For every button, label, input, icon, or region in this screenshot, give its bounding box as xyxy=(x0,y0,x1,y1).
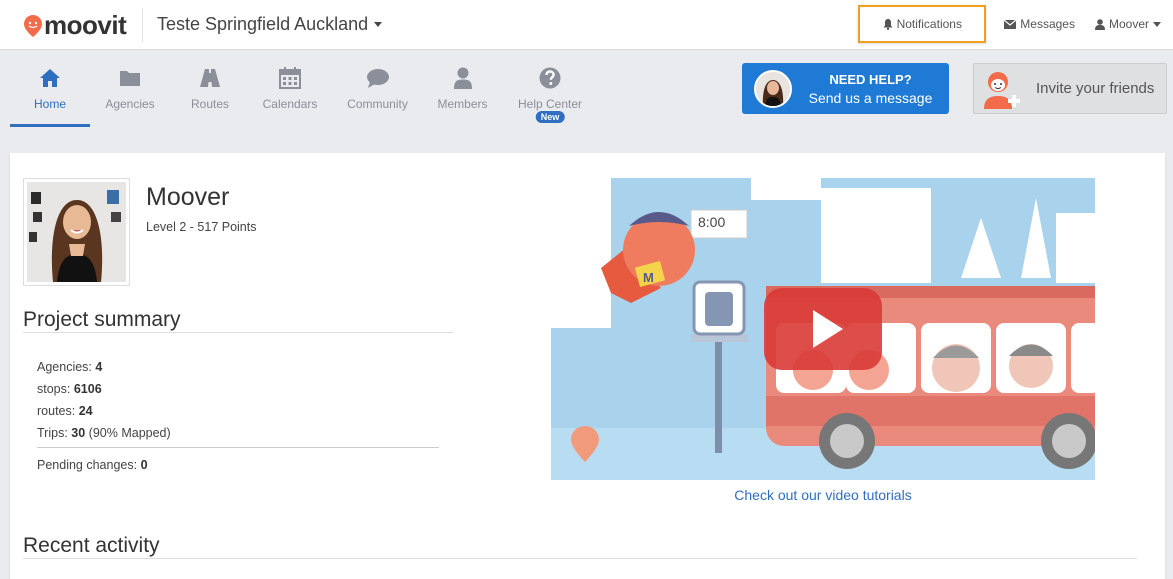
map-pin-icon xyxy=(24,14,42,37)
project-name: Teste Springfield Auckland xyxy=(157,14,369,34)
need-help-button[interactable]: NEED HELP? Send us a message xyxy=(742,63,949,114)
main-nav: Home Agencies Routes Calendars Community xyxy=(0,51,1173,127)
recent-activity-title: Recent activity xyxy=(23,534,160,557)
question-icon xyxy=(539,67,561,89)
nav-item-home[interactable]: Home xyxy=(10,51,90,127)
nav-label: Members xyxy=(437,97,488,111)
home-icon xyxy=(40,69,60,87)
need-help-subtitle: Send us a message xyxy=(808,89,933,106)
header-actions: Notifications Messages Moover xyxy=(858,4,1173,44)
summary-trips: Trips: 30 (90% Mapped) xyxy=(37,426,171,440)
dashboard-card: Moover Level 2 - 517 Points Project summ… xyxy=(10,153,1165,579)
profile-name: Moover xyxy=(146,183,230,211)
road-icon xyxy=(200,69,220,87)
folder-icon xyxy=(120,71,140,86)
summary-stops: stops: 6106 xyxy=(37,382,102,396)
new-badge: New xyxy=(535,111,565,123)
calendar-icon xyxy=(279,67,301,89)
video-tutorials-link[interactable]: Check out our video tutorials xyxy=(551,487,1095,503)
notifications-button[interactable]: Notifications xyxy=(858,5,987,43)
section-divider xyxy=(23,558,1137,559)
nav-label: Routes xyxy=(190,97,230,111)
project-selector[interactable]: Teste Springfield Auckland xyxy=(157,14,383,35)
header-divider xyxy=(142,8,143,42)
video-thumbnail: 8:00 M xyxy=(551,178,1095,480)
nav-item-agencies[interactable]: Agencies xyxy=(95,51,165,127)
summary-agencies: Agencies: 4 xyxy=(37,360,103,374)
section-divider xyxy=(23,332,453,333)
support-avatar xyxy=(754,69,792,108)
logo-text: moovit xyxy=(44,10,127,40)
nav-item-routes[interactable]: Routes xyxy=(180,51,240,127)
invite-user-icon xyxy=(984,71,1020,109)
nav-item-calendars[interactable]: Calendars xyxy=(255,51,325,127)
nav-item-community[interactable]: Community xyxy=(340,51,415,127)
need-help-title: NEED HELP? xyxy=(829,71,912,87)
nav-label: Community xyxy=(347,97,408,111)
user-menu[interactable]: Moover xyxy=(1085,7,1171,41)
invite-friends-button[interactable]: Invite your friends xyxy=(973,63,1167,114)
summary-pending: Pending changes: 0 xyxy=(37,458,148,472)
caret-down-icon xyxy=(1153,21,1161,27)
user-icon xyxy=(453,67,472,89)
summary-divider xyxy=(37,447,439,448)
nav-item-members[interactable]: Members xyxy=(430,51,495,127)
nav-label: Agencies xyxy=(105,97,155,111)
nav-item-help-center[interactable]: Help Center New xyxy=(510,51,590,127)
nav-label: Home xyxy=(33,97,66,111)
chat-bubble-icon xyxy=(366,69,389,88)
user-label: Moover xyxy=(1108,17,1149,31)
profile-photo[interactable] xyxy=(23,178,130,286)
clock-time: 8:00 xyxy=(698,214,725,230)
caret-down-icon xyxy=(374,22,383,27)
project-summary-title: Project summary xyxy=(23,308,181,331)
moovit-logo[interactable]: moovit xyxy=(24,10,127,41)
mascot-letter: M xyxy=(643,270,654,285)
project-summary-list: Agencies: 4 stops: 6106 routes: 24 Trips… xyxy=(37,356,171,444)
envelope-icon xyxy=(1004,19,1017,29)
user-icon xyxy=(1094,18,1105,30)
notifications-label: Notifications xyxy=(896,17,962,31)
top-bar: moovit Teste Springfield Auckland Notifi… xyxy=(0,0,1173,50)
nav-label: Calendars xyxy=(262,97,318,111)
nav-label: Help Center xyxy=(517,97,583,111)
video-tutorial-player[interactable]: 8:00 M xyxy=(551,178,1095,480)
bell-icon xyxy=(883,18,893,30)
messages-button[interactable]: Messages xyxy=(994,7,1085,41)
summary-routes: routes: 24 xyxy=(37,404,93,418)
invite-friends-label: Invite your friends xyxy=(1036,80,1155,97)
profile-level: Level 2 - 517 Points xyxy=(146,220,257,234)
messages-label: Messages xyxy=(1020,17,1075,31)
